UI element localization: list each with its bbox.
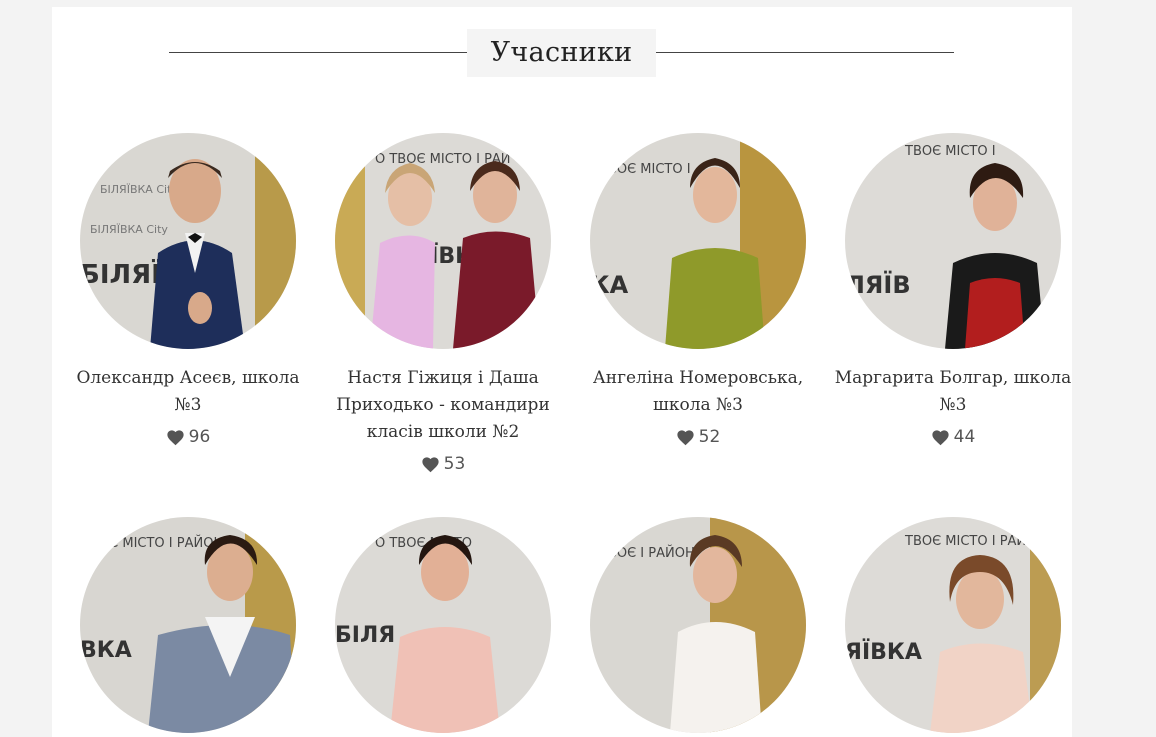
like-counter[interactable]: 44 bbox=[931, 427, 976, 447]
section-header: Учасники bbox=[169, 29, 954, 77]
participant-photo[interactable]: ВОЄ МІСТО І РАЙОН ВКА bbox=[80, 517, 296, 733]
section-title: Учасники bbox=[467, 29, 656, 77]
svg-text:ВКА: ВКА bbox=[80, 638, 132, 663]
like-count: 96 bbox=[188, 427, 211, 447]
like-count: 52 bbox=[698, 427, 721, 447]
svg-text:КА: КА bbox=[590, 271, 629, 299]
participant-name[interactable]: Настя Гіжиця і Даша Приходько - командир… bbox=[318, 365, 568, 446]
svg-text:ТВОЄ МІСТО І: ТВОЄ МІСТО І bbox=[904, 144, 996, 159]
like-count: 44 bbox=[953, 427, 976, 447]
svg-text:БІЛЯЇВКА City: БІЛЯЇВКА City bbox=[100, 183, 178, 196]
participant-card[interactable]: БІЛЯЇВКА City БІЛЯЇВКА City БІЛЯЇВКА Оле… bbox=[63, 133, 313, 450]
participant-name[interactable]: Маргарита Болгар, школа №3 bbox=[828, 365, 1078, 419]
svg-text:ТВОЄ І РАЙОН: ТВОЄ І РАЙОН bbox=[599, 545, 695, 561]
svg-text:ТВОЄ МІСТО І РАЙО: ТВОЄ МІСТО І РАЙО bbox=[904, 533, 1036, 549]
participant-card[interactable]: ТВОЄ МІСТО І КА Ангеліна Номеровська, шк… bbox=[573, 133, 823, 450]
participant-photo[interactable]: О ТВОЄ МІСТО І РАЙ ЛЯЇВКА bbox=[335, 133, 551, 349]
title-divider-right bbox=[656, 52, 954, 53]
svg-text:ЯЇВКА: ЯЇВКА bbox=[845, 639, 922, 665]
heart-icon[interactable] bbox=[421, 456, 440, 473]
participant-photo[interactable]: О ТВОЄ МІСТО БІЛЯ bbox=[335, 517, 551, 733]
participant-card[interactable]: ТВОЄ МІСТО І ЛЯЇВ Маргарита Болгар, школ… bbox=[828, 133, 1078, 450]
like-counter[interactable]: 52 bbox=[676, 427, 721, 447]
like-counter[interactable]: 53 bbox=[421, 454, 466, 474]
participant-card[interactable]: ТВОЄ МІСТО І РАЙО ЯЇВКА bbox=[828, 517, 1078, 733]
svg-text:БІЛЯ: БІЛЯ bbox=[335, 623, 395, 648]
participants-panel: Учасники БІЛЯЇВКА City БІЛЯЇВКА City БІЛ… bbox=[52, 7, 1072, 737]
participant-photo[interactable]: ТВОЄ МІСТО І КА bbox=[590, 133, 806, 349]
participant-photo[interactable]: ТВОЄ І РАЙОН bbox=[590, 517, 806, 733]
svg-text:ТВОЄ МІСТО І: ТВОЄ МІСТО І bbox=[599, 162, 691, 177]
like-count: 53 bbox=[443, 454, 466, 474]
participant-card[interactable]: О ТВОЄ МІСТО БІЛЯ bbox=[318, 517, 568, 733]
participant-card[interactable]: ВОЄ МІСТО І РАЙОН ВКА bbox=[63, 517, 313, 733]
participant-name[interactable]: Олександр Асеєв, школа №3 bbox=[63, 365, 313, 419]
svg-text:БІЛЯЇВКА City: БІЛЯЇВКА City bbox=[90, 223, 168, 236]
participant-card[interactable]: О ТВОЄ МІСТО І РАЙ ЛЯЇВКА Настя Гіжиця і… bbox=[318, 133, 568, 477]
heart-icon[interactable] bbox=[166, 429, 185, 446]
title-divider-left bbox=[169, 52, 467, 53]
participant-name[interactable]: Ангеліна Номеровська, школа №3 bbox=[573, 365, 823, 419]
svg-text:ВОЄ МІСТО І РАЙОН: ВОЄ МІСТО І РАЙОН bbox=[90, 535, 223, 551]
participant-photo[interactable]: ТВОЄ МІСТО І РАЙО ЯЇВКА bbox=[845, 517, 1061, 733]
heart-icon[interactable] bbox=[931, 429, 950, 446]
like-counter[interactable]: 96 bbox=[166, 427, 211, 447]
participant-photo[interactable]: ТВОЄ МІСТО І ЛЯЇВ bbox=[845, 133, 1061, 349]
svg-text:ЛЯЇВ: ЛЯЇВ bbox=[845, 270, 911, 299]
participant-photo[interactable]: БІЛЯЇВКА City БІЛЯЇВКА City БІЛЯЇВКА bbox=[80, 133, 296, 349]
participant-card[interactable]: ТВОЄ І РАЙОН bbox=[573, 517, 823, 733]
heart-icon[interactable] bbox=[676, 429, 695, 446]
